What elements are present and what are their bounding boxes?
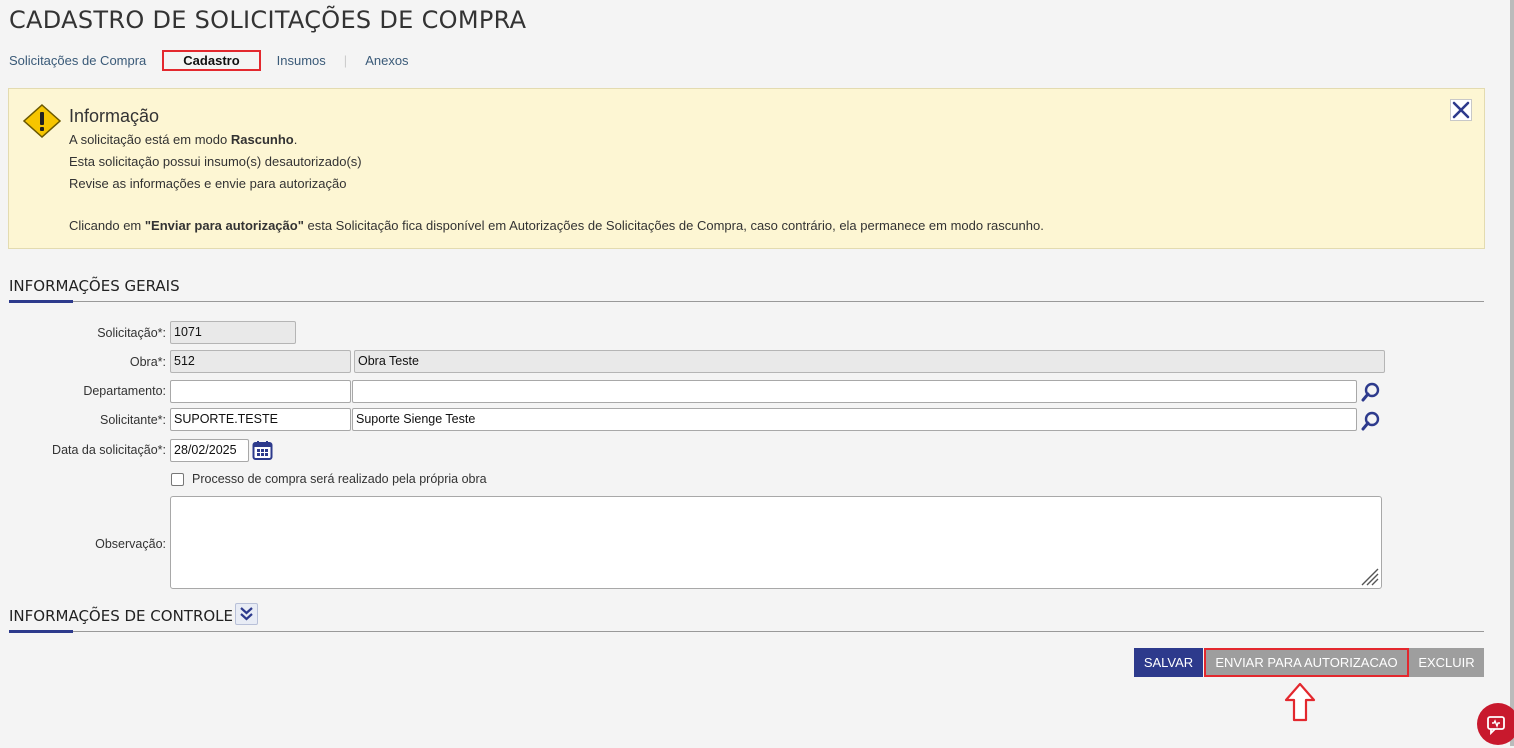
observacao-textarea[interactable]	[170, 496, 1382, 589]
data-solicitacao-label: Data da solicitação*:	[52, 443, 166, 457]
tab-insumos[interactable]: Insumos	[277, 53, 326, 68]
info-line-review: Revise as informações e envie para autor…	[69, 176, 347, 191]
tab-bar: Solicitações de Compra Cadastro Insumos …	[9, 49, 409, 71]
calendar-icon[interactable]	[252, 440, 273, 464]
info-line-send-hint: Clicando em "Enviar para autorização" es…	[69, 218, 1044, 233]
send-for-authorization-button[interactable]: ENVIAR PARA AUTORIZACAO	[1204, 648, 1409, 677]
info-line-draft: A solicitação está em modo Rascunho.	[69, 132, 297, 147]
info-line-unauthorized: Esta solicitação possui insumo(s) desaut…	[69, 154, 362, 169]
info-send-label: "Enviar para autorização"	[144, 218, 304, 233]
processo-checkbox[interactable]	[171, 473, 184, 486]
search-icon[interactable]	[1360, 381, 1382, 406]
solicitante-name-input[interactable]: Suporte Sienge Teste	[352, 408, 1357, 431]
close-icon[interactable]	[1450, 99, 1472, 124]
data-solicitacao-input[interactable]: 28/02/2025	[170, 439, 249, 462]
obra-label: Obra*:	[129, 355, 166, 369]
chat-icon	[1487, 716, 1505, 736]
processo-checkbox-label: Processo de compra será realizado pela p…	[192, 472, 487, 486]
tab-separator: |	[343, 52, 348, 68]
obra-name-field: Obra Teste	[354, 350, 1385, 373]
tab-solicitacoes-de-compra[interactable]: Solicitações de Compra	[9, 53, 146, 68]
info-draft-status: Rascunho	[230, 132, 294, 147]
info-alert: Informação A solicitação está em modo Ra…	[8, 88, 1485, 249]
section-divider	[9, 301, 1484, 302]
section-accent	[9, 300, 73, 303]
info-text: esta Solicitação fica disponível em Auto…	[303, 218, 1044, 233]
tab-anexos[interactable]: Anexos	[365, 53, 408, 68]
section-title-general: INFORMAÇÕES GERAIS	[9, 277, 180, 295]
tab-cadastro[interactable]: Cadastro	[162, 49, 261, 71]
save-button[interactable]: SALVAR	[1134, 648, 1203, 677]
section-title-control: INFORMAÇÕES DE CONTROLE	[9, 607, 234, 625]
section-accent	[9, 630, 73, 633]
chat-button[interactable]	[1477, 703, 1514, 745]
expand-section-button[interactable]	[235, 603, 258, 625]
solicitacao-field: 1071	[170, 321, 296, 344]
solicitacao-label: Solicitação*:	[97, 326, 166, 340]
arrow-up-icon	[1284, 682, 1316, 725]
search-icon[interactable]	[1360, 410, 1382, 435]
delete-button[interactable]: EXCLUIR	[1409, 648, 1484, 677]
solicitante-code-input[interactable]: SUPORTE.TESTE	[170, 408, 351, 431]
solicitante-label: Solicitante*:	[99, 413, 166, 427]
warning-icon	[22, 103, 62, 141]
info-title: Informação	[69, 106, 160, 126]
departamento-label: Departamento:	[83, 384, 166, 398]
departamento-name-input[interactable]	[352, 380, 1357, 403]
departamento-code-input[interactable]	[170, 380, 351, 403]
double-chevron-down-icon	[240, 607, 253, 621]
info-text: .	[293, 132, 298, 147]
info-text: Clicando em	[69, 218, 145, 233]
obra-code-field: 512	[170, 350, 351, 373]
page-title: CADASTRO DE SOLICITAÇÕES DE COMPRA	[9, 6, 527, 34]
info-text: A solicitação está em modo	[69, 132, 231, 147]
section-divider	[9, 631, 1484, 632]
observacao-label: Observação:	[95, 537, 166, 551]
